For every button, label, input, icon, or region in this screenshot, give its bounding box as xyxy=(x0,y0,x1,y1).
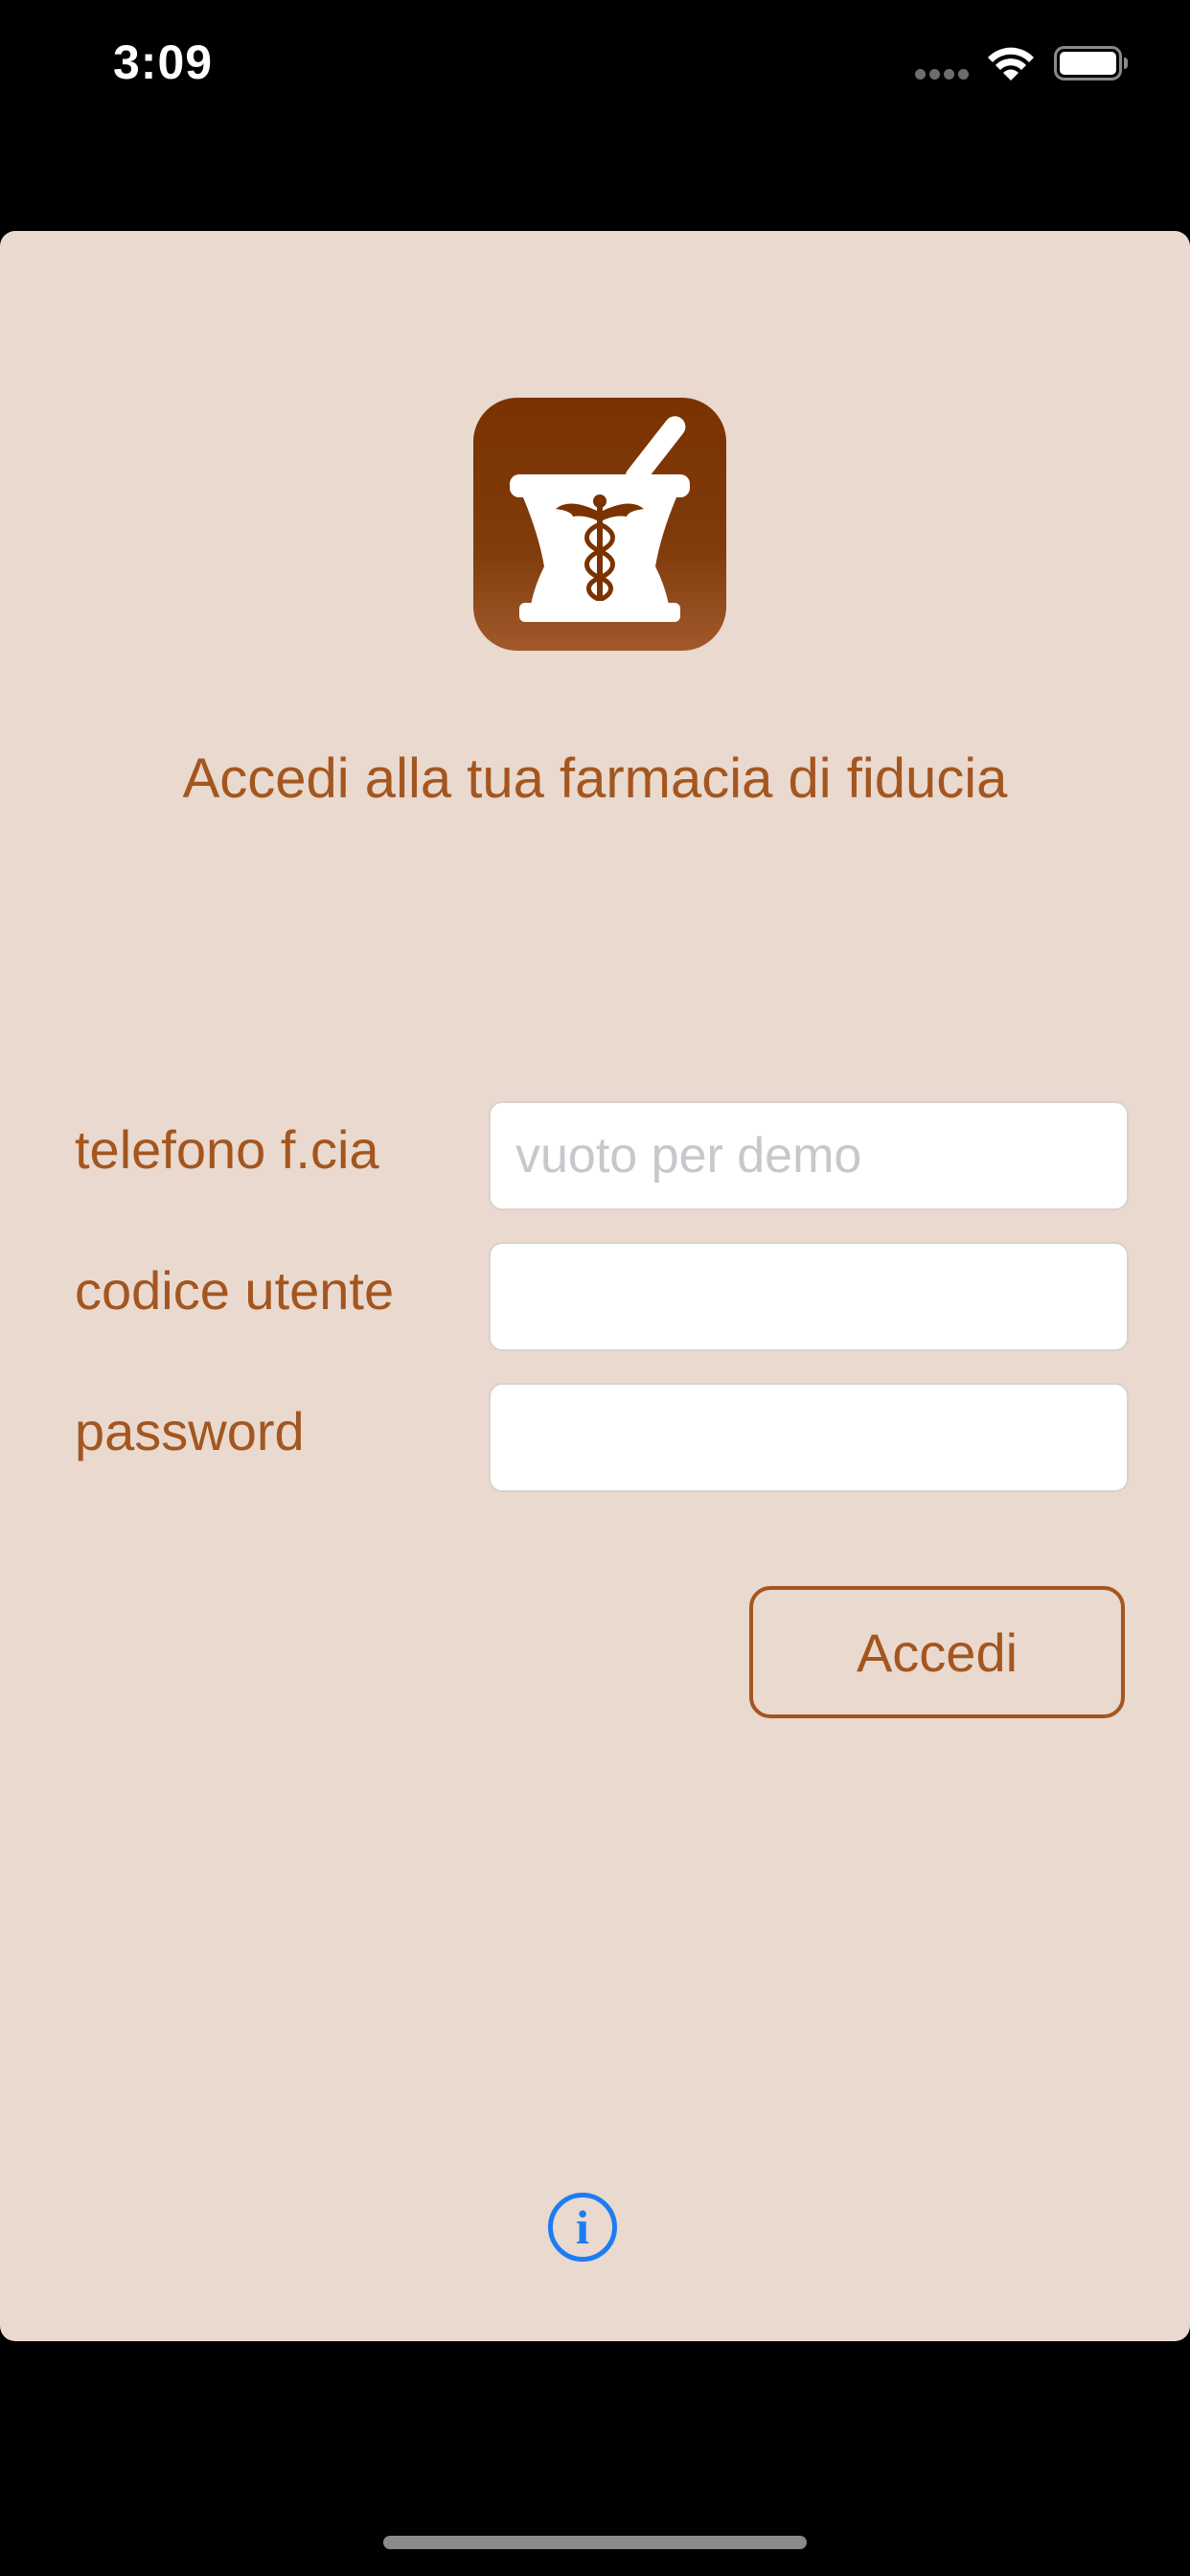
battery-icon xyxy=(1054,46,1128,80)
password-input[interactable] xyxy=(489,1383,1129,1492)
user-code-label: codice utente xyxy=(75,1260,395,1321)
pharmacy-phone-input[interactable] xyxy=(489,1101,1129,1210)
user-code-input[interactable] xyxy=(489,1242,1129,1351)
phone-label: telefono f.cia xyxy=(75,1119,379,1180)
password-label: password xyxy=(75,1401,305,1461)
mortar-pestle-caduceus-icon xyxy=(473,398,726,651)
status-bar: 3:09 xyxy=(0,0,1190,134)
cellular-signal-icon xyxy=(915,69,971,80)
welcome-heading: Accedi alla tua farmacia di fiducia xyxy=(182,748,1008,810)
status-time: 3:09 xyxy=(113,35,214,89)
wifi-icon xyxy=(988,47,1034,80)
info-circle-icon[interactable]: i xyxy=(548,2193,617,2262)
login-button[interactable]: Accedi xyxy=(749,1586,1125,1718)
home-indicator[interactable] xyxy=(383,2536,807,2549)
login-sheet: Accedi alla tua farmacia di fiducia tele… xyxy=(0,231,1190,2341)
